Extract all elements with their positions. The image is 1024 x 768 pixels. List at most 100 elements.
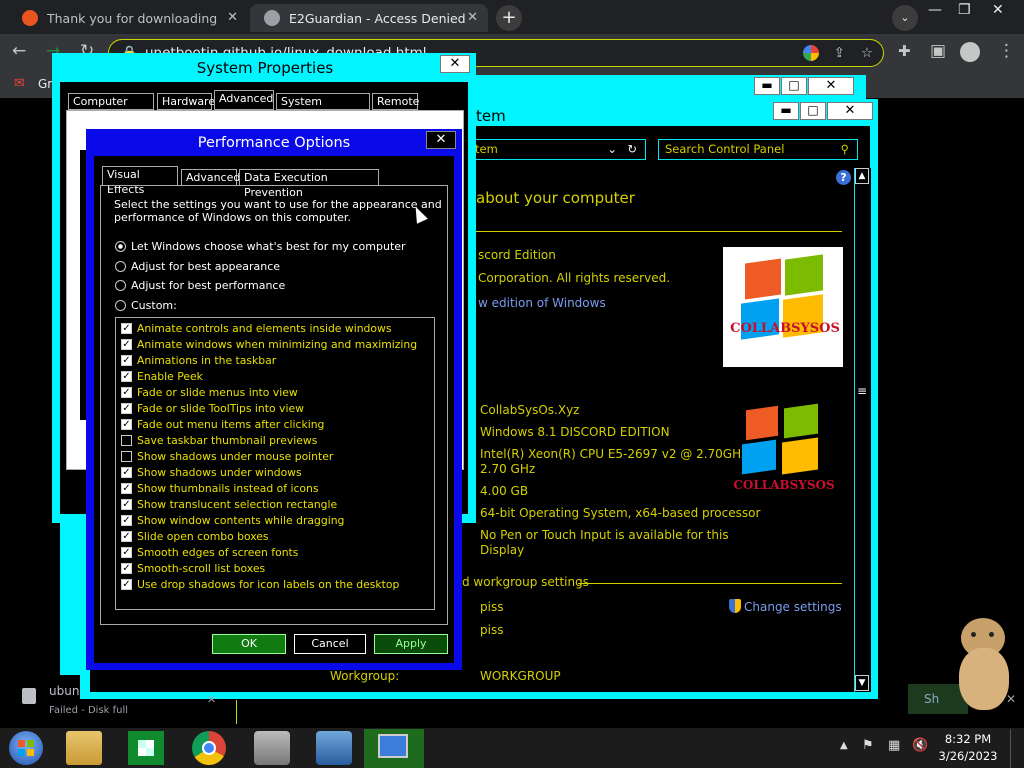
scroll-thumb[interactable]: ≡: [855, 384, 869, 404]
extensions-icon[interactable]: ✚: [898, 42, 911, 60]
effect-item[interactable]: Save taskbar thumbnail previews: [121, 434, 317, 447]
effect-item[interactable]: ✓ Show translucent selection rectangle: [121, 498, 337, 511]
search-icon[interactable]: ⚲: [841, 140, 849, 159]
effect-item[interactable]: ✓ Animations in the taskbar: [121, 354, 276, 367]
close-button[interactable]: ✕: [426, 131, 456, 149]
effect-item[interactable]: ✓ Show thumbnails instead of icons: [121, 482, 318, 495]
radio-button[interactable]: [115, 241, 126, 252]
effect-item[interactable]: ✓ Animate windows when minimizing and max…: [121, 338, 417, 351]
effect-item[interactable]: ✓ Show shadows under windows: [121, 466, 302, 479]
tab-advanced[interactable]: Advanced: [181, 169, 240, 186]
radio-option[interactable]: Adjust for best performance: [115, 279, 285, 292]
change-settings-link[interactable]: Change settings: [744, 600, 842, 614]
effect-item[interactable]: ✓ Smooth edges of screen fonts: [121, 546, 298, 559]
checkbox[interactable]: ✓: [121, 579, 132, 590]
menu-kebab-icon[interactable]: ⋮: [998, 41, 1015, 61]
checkbox[interactable]: ✓: [121, 499, 132, 510]
effect-item[interactable]: ✓ Smooth-scroll list boxes: [121, 562, 265, 575]
show-hidden-icons[interactable]: ▲: [840, 740, 848, 751]
start-button[interactable]: [9, 731, 43, 765]
effect-item[interactable]: Show shadows under mouse pointer: [121, 450, 333, 463]
search-control-panel-input[interactable]: Search Control Panel ⚲: [658, 139, 858, 160]
checkbox[interactable]: [121, 435, 132, 446]
effect-item[interactable]: ✓ Fade out menu items after clicking: [121, 418, 324, 431]
remote-app-icon[interactable]: [316, 731, 352, 765]
effects-list[interactable]: ✓ Animate controls and elements inside wi…: [115, 317, 435, 610]
new-tab-button[interactable]: +: [496, 5, 522, 31]
tab-computer-name[interactable]: Computer Name: [68, 93, 154, 123]
close-icon[interactable]: ✕: [227, 10, 238, 25]
tab-advanced[interactable]: Advanced: [214, 90, 274, 110]
checkbox[interactable]: ✓: [121, 515, 132, 526]
checkbox[interactable]: ✓: [121, 403, 132, 414]
minimize-button[interactable]: ▬: [754, 77, 780, 95]
gmail-icon[interactable]: ✉: [14, 76, 25, 91]
apply-button[interactable]: Apply: [374, 634, 448, 654]
tab-hardware[interactable]: Hardware: [157, 93, 215, 110]
close-window-button[interactable]: ✕: [992, 2, 1004, 18]
radio-option[interactable]: Adjust for best appearance: [115, 260, 280, 273]
checkbox[interactable]: ✓: [121, 323, 132, 334]
bookmark-star-icon[interactable]: ☆: [861, 40, 873, 66]
effect-item[interactable]: ✓ Fade or slide ToolTips into view: [121, 402, 304, 415]
volume-muted-icon[interactable]: 🔇: [912, 738, 928, 753]
checkbox[interactable]: ✓: [121, 547, 132, 558]
tab-search-icon[interactable]: ⌄: [892, 5, 918, 31]
checkbox[interactable]: ✓: [121, 387, 132, 398]
action-center-icon[interactable]: ⚑: [862, 738, 874, 753]
effect-item[interactable]: ✓ Show window contents while dragging: [121, 514, 344, 527]
printer-icon[interactable]: [254, 731, 290, 765]
file-explorer-icon[interactable]: [66, 731, 102, 765]
close-button[interactable]: ✕: [827, 102, 873, 120]
profile-avatar[interactable]: [960, 42, 980, 62]
radio-button[interactable]: [115, 299, 126, 311]
checkbox[interactable]: ✓: [121, 355, 132, 366]
minimize-button[interactable]: ▬: [773, 102, 799, 120]
checkbox[interactable]: ✓: [121, 531, 132, 542]
chrome-icon[interactable]: [192, 731, 226, 765]
checkbox[interactable]: ✓: [121, 483, 132, 494]
restore-window-button[interactable]: ❐: [958, 2, 971, 18]
scrollbar[interactable]: [854, 168, 871, 692]
ok-button[interactable]: OK: [212, 634, 286, 654]
share-icon[interactable]: ⇪: [834, 40, 845, 66]
back-icon[interactable]: ←: [12, 41, 26, 61]
checkbox[interactable]: ✓: [121, 467, 132, 478]
control-panel-address[interactable]: tem ⌄ ↻: [466, 139, 646, 160]
radio-option[interactable]: Let Windows choose what's best for my co…: [115, 240, 406, 253]
show-desktop-button[interactable]: [1010, 729, 1024, 768]
effect-item[interactable]: ✓ Enable Peek: [121, 370, 203, 383]
checkbox[interactable]: ✓: [121, 563, 132, 574]
maximize-button[interactable]: □: [781, 77, 807, 95]
refresh-icon[interactable]: ↻: [627, 140, 637, 159]
chevron-down-icon[interactable]: ⌄: [607, 140, 617, 159]
effect-item[interactable]: ✓ Use drop shadows for icon labels on the…: [121, 578, 399, 591]
checkbox[interactable]: ✓: [121, 371, 132, 382]
minimize-window-button[interactable]: —: [928, 2, 942, 18]
checkbox[interactable]: [121, 451, 132, 462]
scroll-up-button[interactable]: ▲: [855, 168, 869, 184]
tab-e2guardian[interactable]: E2Guardian - Access Denied ✕: [250, 4, 488, 32]
scroll-down-button[interactable]: ▼: [855, 675, 869, 691]
checkbox[interactable]: ✓: [121, 339, 132, 350]
radio-option[interactable]: Custom:: [115, 299, 177, 312]
effect-item[interactable]: ✓ Fade or slide menus into view: [121, 386, 298, 399]
new-edition-link[interactable]: w edition of Windows: [478, 296, 606, 310]
checkbox[interactable]: ✓: [121, 419, 132, 430]
download-name[interactable]: ubun: [49, 684, 79, 698]
close-icon[interactable]: ✕: [467, 10, 478, 25]
system-settings-taskbar-button[interactable]: [364, 729, 424, 768]
tab-visual-effects[interactable]: Visual Effects: [102, 166, 178, 196]
tab-data-execution-prevention[interactable]: Data Execution Prevention: [239, 169, 379, 199]
effect-item[interactable]: ✓ Animate controls and elements inside wi…: [121, 322, 391, 335]
help-icon[interactable]: ?: [836, 170, 851, 185]
close-button[interactable]: ✕: [440, 55, 470, 73]
effect-item[interactable]: ✓ Slide open combo boxes: [121, 530, 269, 543]
radio-button[interactable]: [115, 280, 126, 291]
cancel-button[interactable]: Cancel: [294, 634, 366, 654]
tab-system-protection[interactable]: System Protection: [276, 93, 370, 123]
close-button[interactable]: ✕: [808, 77, 854, 95]
google-icon[interactable]: [803, 45, 819, 61]
store-icon[interactable]: [128, 731, 164, 765]
network-icon[interactable]: ▦: [888, 738, 900, 753]
